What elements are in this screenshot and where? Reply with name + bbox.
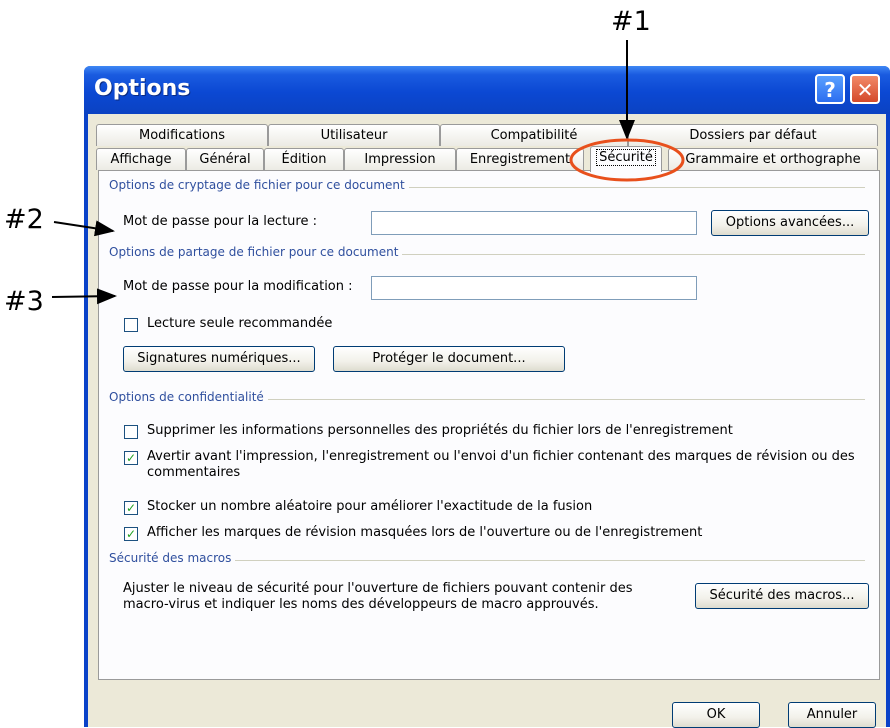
encryption-group-title: Options de cryptage de fichier pour ce d…: [109, 178, 409, 192]
options-dialog: Options ? ✕ Modifications Utilisateur Co…: [84, 66, 890, 728]
privacy-label-warn-before-print[interactable]: Avertir avant l'impression, l'enregistre…: [147, 449, 863, 481]
tab-affichage[interactable]: Affichage: [96, 148, 186, 170]
tab-securite[interactable]: Sécurité: [590, 146, 662, 172]
tab-utilisateur[interactable]: Utilisateur: [268, 124, 440, 146]
modify-password-input[interactable]: [371, 276, 697, 300]
privacy-checkbox-remove-personal-info[interactable]: [124, 425, 138, 439]
privacy-label-random-number[interactable]: Stocker un nombre aléatoire pour amélior…: [147, 499, 863, 514]
readonly-label[interactable]: Lecture seule recommandée: [147, 316, 332, 331]
read-password-input[interactable]: [371, 211, 697, 235]
tab-grammaire-orthographe[interactable]: Grammaire et orthographe: [668, 148, 878, 170]
tab-securite-label: Sécurité: [596, 149, 656, 166]
cancel-button[interactable]: Annuler: [788, 702, 876, 728]
help-button[interactable]: ?: [815, 74, 845, 104]
privacy-label-show-hidden-markup[interactable]: Afficher les marques de révision masquée…: [147, 525, 863, 540]
tab-impression[interactable]: Impression: [344, 148, 456, 170]
privacy-group-title: Options de confidentialité: [109, 390, 268, 404]
callout-1: #1: [611, 6, 651, 37]
tab-dossiers-par-defaut[interactable]: Dossiers par défaut: [628, 124, 878, 146]
readonly-checkbox[interactable]: [124, 318, 138, 332]
ok-button[interactable]: OK: [672, 702, 760, 728]
digital-signatures-button[interactable]: Signatures numériques...: [123, 346, 315, 372]
advanced-options-button[interactable]: Options avancées...: [711, 210, 869, 236]
privacy-checkbox-random-number[interactable]: ✓: [124, 501, 138, 515]
tab-enregistrement[interactable]: Enregistrement: [456, 148, 584, 170]
callout-2: #2: [4, 204, 44, 235]
tab-edition[interactable]: Édition: [264, 148, 344, 170]
window-title: Options: [94, 76, 191, 101]
privacy-checkbox-warn-before-print[interactable]: ✓: [124, 451, 138, 465]
privacy-label-remove-personal-info[interactable]: Supprimer les informations personnelles …: [147, 423, 863, 438]
tab-general[interactable]: Général: [186, 148, 264, 170]
dialog-client-area: Modifications Utilisateur Compatibilité …: [88, 114, 886, 728]
read-password-label: Mot de passe pour la lecture :: [123, 214, 317, 229]
tab-compatibilite[interactable]: Compatibilité: [440, 124, 628, 146]
security-panel: Options de cryptage de fichier pour ce d…: [98, 170, 880, 680]
macro-security-button[interactable]: Sécurité des macros...: [695, 583, 869, 609]
privacy-checkbox-show-hidden-markup[interactable]: ✓: [124, 527, 138, 541]
title-bar: Options ? ✕: [84, 66, 890, 114]
macro-group-title: Sécurité des macros: [109, 551, 236, 565]
callout-3: #3: [4, 286, 44, 317]
sharing-group-title: Options de partage de fichier pour ce do…: [109, 245, 403, 259]
close-button[interactable]: ✕: [850, 74, 880, 104]
modify-password-label: Mot de passe pour la modification :: [123, 279, 353, 294]
tab-modifications[interactable]: Modifications: [96, 124, 268, 146]
protect-document-button[interactable]: Protéger le document...: [333, 346, 565, 372]
macro-description: Ajuster le niveau de sécurité pour l'ouv…: [123, 581, 633, 612]
